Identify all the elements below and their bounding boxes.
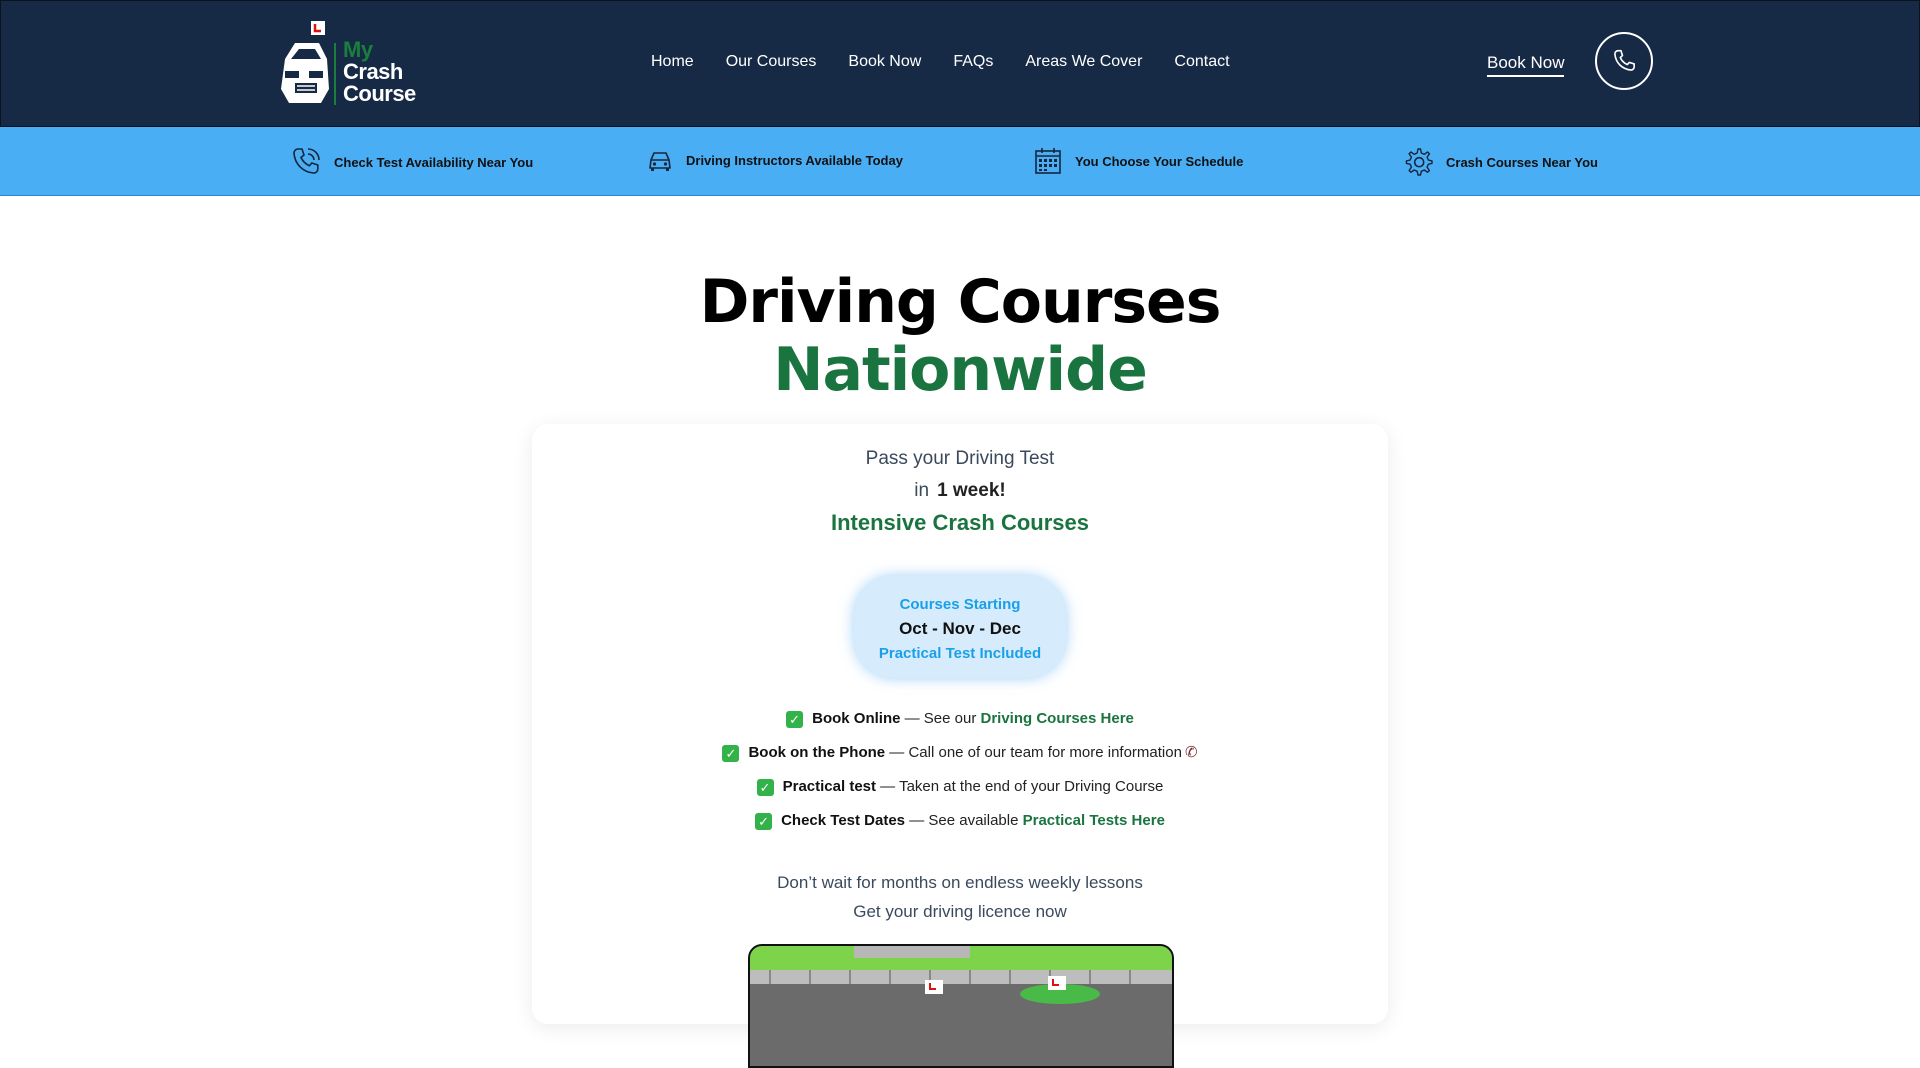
road-scene-illustration [750,946,1172,1066]
nav-contact[interactable]: Contact [1174,53,1229,71]
item-text: — Taken at the end of your Driving Cours… [876,778,1164,795]
feature-label: You Choose Your Schedule [1075,153,1244,169]
nav-our-courses[interactable]: Our Courses [726,53,817,71]
badge-line-1: Courses Starting [899,596,1021,613]
in-one-week: in 1 week! [532,480,1388,502]
week-text: 1 week! [937,480,1006,501]
driving-courses-link[interactable]: Driving Courses Here [981,710,1134,727]
item-bold: Book on the Phone [748,744,886,761]
practical-tests-link[interactable]: Practical Tests Here [1023,812,1165,829]
list-item: ✓ Book Online — See our Driving Courses H… [532,702,1388,736]
gear-icon [1405,148,1433,176]
feature-label: Crash Courses Near You [1446,154,1598,170]
feature-schedule[interactable]: You Choose Your Schedule [1033,146,1243,176]
benefits-list: ✓ Book Online — See our Driving Courses H… [532,702,1388,838]
item-text: — See our [900,710,981,727]
page-title: Driving Courses Nationwide [0,268,1920,404]
logo-line-2: Crash [343,59,403,84]
item-text: — See available [905,812,1023,829]
checkmark-icon: ✓ [722,744,740,762]
feature-label: Driving Instructors Available Today [686,152,903,168]
checkmark-icon: ✓ [786,710,804,728]
nav-book-now[interactable]: Book Now [848,53,921,71]
badge-line-2: Oct - Nov - Dec [899,619,1021,638]
dont-wait-line-2: Get your driving licence now [853,902,1067,921]
list-item: ✓ Book on the Phone — Call one of our tea… [532,736,1388,770]
feature-instructors[interactable]: Driving Instructors Available Today [646,146,903,174]
site-header: My Crash Course Home Our Courses Book No… [0,0,1920,127]
checkmark-icon: ✓ [756,778,774,796]
intro-card: Pass your Driving Test in 1 week! Intensi… [532,424,1388,1068]
nav-faqs[interactable]: FAQs [953,53,993,71]
list-item: ✓ Check Test Dates — See available Practi… [532,804,1388,838]
badge-line-3: Practical Test Included [878,645,1042,662]
logo-text: My Crash Course [343,39,416,105]
nav-areas-we-cover[interactable]: Areas We Cover [1025,53,1142,71]
list-item: ✓ Practical test — Taken at the end of yo… [532,770,1388,804]
dont-wait-line-1: Don’t wait for months on endless weekly … [777,873,1143,892]
pass-text: Pass your Driving Test [865,448,1055,469]
nav-home[interactable]: Home [651,53,694,71]
logo-line-1: My [343,37,373,62]
calendar-icon [1035,148,1061,174]
telephone-icon: ✆ [1184,744,1198,761]
car-icon [649,152,671,171]
driving-illustration [748,944,1174,1068]
car-logo-icon [281,21,336,105]
title-line-1: Driving Courses [699,267,1222,337]
item-bold: Check Test Dates [781,812,906,829]
logo-line-3: Course [343,81,416,106]
courses-badge: Courses Starting Oct - Nov - Dec Practic… [854,576,1066,678]
item-bold: Book Online [812,710,901,727]
site-logo[interactable]: My Crash Course [277,19,427,109]
item-bold: Practical test [782,778,876,795]
book-now-link[interactable]: Book Now [1487,53,1565,77]
phone-button[interactable] [1595,32,1653,90]
phone-icon [293,148,320,174]
checkmark-icon: ✓ [755,812,773,830]
feature-bar: Check Test Availability Near You Driving… [0,127,1920,196]
intensive-heading: Intensive Crash Courses [831,510,1089,535]
dont-wait-text: Don’t wait for months on endless weekly … [532,868,1388,926]
in-text: in [914,480,930,501]
feature-label: Check Test Availability Near You [334,154,534,170]
feature-crash-courses[interactable]: Crash Courses Near You [1402,146,1598,178]
title-line-2: Nationwide [773,335,1148,405]
main-nav: Home Our Courses Book Now FAQs Areas We … [651,53,1230,71]
item-text: — Call one of our team for more informat… [885,744,1182,761]
phone-icon [1614,49,1635,71]
feature-test-availability[interactable]: Check Test Availability Near You [290,146,533,178]
